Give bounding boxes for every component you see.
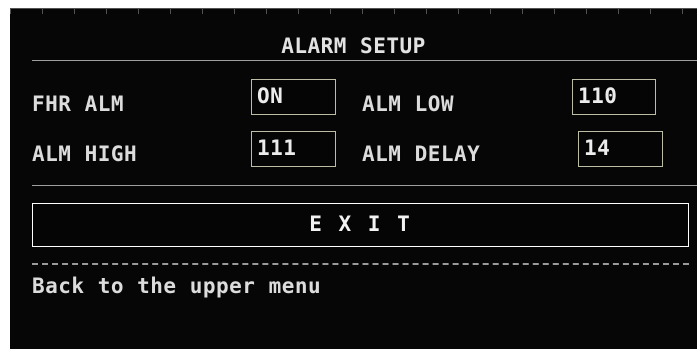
fhr-alm-label: FHR ALM (32, 92, 125, 116)
top-separator (32, 60, 697, 61)
status-message: Back to the upper menu (32, 274, 322, 298)
alm-high-field[interactable]: 111 (251, 131, 336, 167)
fhr-alm-field[interactable]: ON (251, 79, 336, 115)
exit-button[interactable]: E X I T (32, 203, 689, 247)
alm-high-label: ALM HIGH (32, 142, 138, 166)
alm-low-field[interactable]: 110 (572, 79, 656, 115)
alm-delay-field[interactable]: 14 (578, 131, 663, 167)
alm-low-label: ALM LOW (362, 92, 455, 116)
alarm-setup-screen: ALARM SETUP FHR ALM ON ALM LOW 110 ALM H… (10, 8, 697, 349)
top-tick-strip (10, 8, 697, 14)
alm-delay-label: ALM DELAY (362, 142, 481, 166)
dialog-title: ALARM SETUP (281, 34, 426, 58)
middle-separator (32, 185, 697, 186)
dashed-divider (32, 263, 689, 265)
